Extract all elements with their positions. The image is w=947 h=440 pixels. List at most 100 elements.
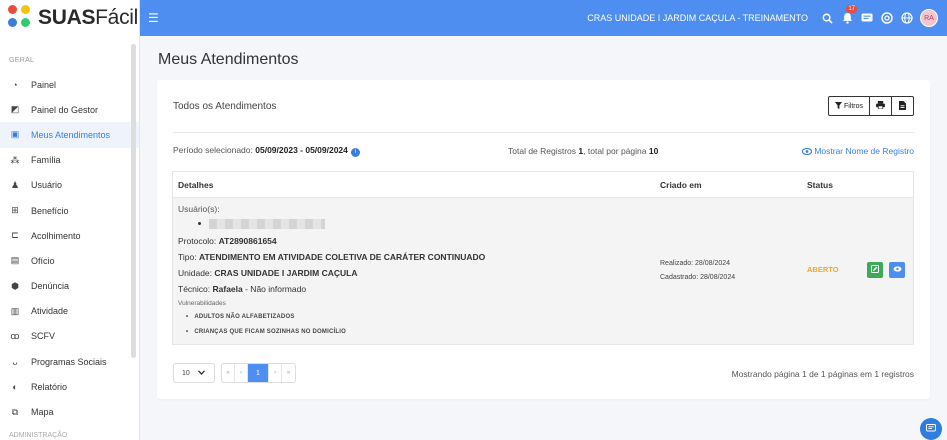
period-info: Período selecionado: 05/09/2023 - 05/09/…: [173, 145, 360, 157]
sidebar-item-label: Mapa: [31, 407, 54, 418]
menu-toggle-icon[interactable]: ☰: [148, 11, 162, 25]
current-page-button[interactable]: 1: [248, 364, 269, 382]
sidebar-item-meus-atendimentos[interactable]: ▣ Meus Atendimentos: [0, 122, 139, 148]
attendances-card: Todos os Atendimentos Filtros Período se…: [157, 80, 930, 399]
users-label: Usuário(s):: [178, 204, 220, 214]
sidebar-item-programas-sociais[interactable]: ᴗ Programas Sociais: [0, 349, 139, 374]
logo-icon: [8, 5, 34, 31]
period-value: 05/09/2023 - 05/09/2024: [255, 145, 348, 156]
document-icon: ▤: [10, 255, 20, 266]
eye-icon: [801, 146, 814, 156]
eye-icon: [893, 266, 902, 274]
calendar-icon: ▥: [10, 305, 20, 316]
brand-logo[interactable]: SUASFácil: [0, 0, 139, 36]
sidebar-item-label: Denúncia: [31, 281, 70, 292]
first-page-button[interactable]: «: [222, 364, 235, 382]
attendance-type: Tipo: ATENDIMENTO EM ATIVIDADE COLETIVA …: [178, 252, 486, 262]
sidebar-item-acolhimento[interactable]: ⊏ Acolhimento: [0, 223, 139, 248]
hands-icon: ᴗ: [12, 356, 18, 367]
brand-name: SUASFácil: [38, 6, 138, 29]
sidebar-item-label: Relatório: [31, 381, 68, 392]
pagination-info: Mostrando página 1 de 1 páginas em 1 reg…: [731, 369, 914, 379]
chevron-down-icon: [197, 369, 205, 377]
chat-icon[interactable]: [860, 11, 874, 25]
vulnerability-item: ADULTOS NÃO ALFABETIZADOS: [173, 314, 295, 320]
vulnerabilities-label: Vulnerabilidades: [178, 300, 226, 307]
sidebar-item-beneficio[interactable]: ⊞ Benefício: [0, 198, 139, 223]
registered-date: Cadastrado: 28/08/2024: [660, 274, 736, 281]
column-header-details[interactable]: Detalhes: [178, 180, 213, 190]
sidebar-item-familia[interactable]: ⁂ Família: [0, 148, 139, 173]
topbar: ☰ CRAS UNIDADE I JARDIM CAÇULA - TREINAM…: [140, 0, 947, 36]
sidebar-item-oficio[interactable]: ▤ Ofício: [0, 248, 139, 273]
sidebar-item-painel[interactable]: ◔ Painel: [0, 72, 139, 97]
table-row[interactable]: Usuário(s): Protocolo: AT2890861654 Tipo…: [173, 198, 913, 344]
filters-label: Filtros: [843, 102, 863, 110]
user-entry: [173, 218, 325, 229]
page-size-select[interactable]: 10: [173, 363, 215, 383]
globe-icon[interactable]: [900, 11, 914, 25]
export-button[interactable]: [892, 96, 914, 116]
column-header-status[interactable]: Status: [807, 180, 833, 190]
total-records: Total de Registros 1, total por página 1…: [508, 146, 659, 156]
protocol: Protocolo: AT2890861654: [178, 236, 277, 246]
edit-button[interactable]: [867, 262, 883, 278]
realized-date: Realizado: 28/08/2024: [660, 260, 731, 267]
sidebar-scrollbar[interactable]: [131, 44, 136, 358]
card-title: Todos os Atendimentos: [173, 100, 277, 112]
chat-button[interactable]: [920, 418, 942, 440]
sidebar-item-label: Ofício: [31, 255, 55, 266]
view-button[interactable]: [889, 262, 905, 278]
sidebar-section-label: GERAL: [9, 57, 35, 64]
print-button[interactable]: [870, 96, 892, 116]
page-title: Meus Atendimentos: [158, 51, 299, 68]
sidebar-item-label: SCFV: [31, 331, 56, 342]
print-icon: [876, 101, 885, 111]
sidebar-item-label: Acolhimento: [31, 230, 81, 241]
search-icon[interactable]: [820, 11, 834, 25]
message-icon: [926, 423, 936, 435]
shield-icon: ⬢: [11, 280, 19, 291]
sidebar-item-atividade[interactable]: ▥ Atividade: [0, 299, 139, 324]
sidebar-item-label: Família: [31, 155, 61, 166]
unit-title[interactable]: CRAS UNIDADE I JARDIM CAÇULA - TREINAMEN…: [587, 13, 808, 23]
last-page-button[interactable]: »: [282, 364, 295, 382]
avatar[interactable]: RA: [920, 9, 938, 27]
vulnerability-item: CRIANÇAS QUE FICAM SOZINHAS NO DOMICÍLIO: [173, 329, 346, 335]
table-header: Detalhes Criado em Status: [173, 172, 913, 198]
sidebar-item-denuncia[interactable]: ⬢ Denúncia: [0, 274, 139, 299]
status-badge: ABERTO: [807, 265, 839, 274]
sidebar-item-label: Usuário: [31, 180, 63, 191]
pagination: 10 « ‹ 1 › »: [173, 363, 296, 383]
bed-icon: ⊏: [11, 230, 19, 241]
info-icon[interactable]: i: [350, 147, 360, 157]
attendance-unit: Unidade: CRAS UNIDADE I JARDIM CAÇULA: [178, 268, 358, 278]
toolbar: Filtros: [827, 96, 914, 116]
sidebar-item-painel-gestor[interactable]: ◩ Painel do Gestor: [0, 97, 139, 122]
network-icon: ꝏ: [10, 330, 20, 341]
filters-button[interactable]: Filtros: [827, 96, 870, 116]
notification-count: 17: [846, 5, 857, 13]
filter-icon: [834, 101, 842, 111]
user-icon: ♟: [10, 179, 20, 190]
id-card-icon: ▣: [10, 129, 20, 140]
sidebar-item-mapa[interactable]: ⧉ Mapa: [0, 399, 139, 424]
help-icon[interactable]: [880, 11, 894, 25]
sidebar-item-label: Painel do Gestor: [31, 104, 99, 115]
sidebar-item-label: Meus Atendimentos: [31, 129, 111, 140]
prev-page-button[interactable]: ‹: [235, 364, 248, 382]
next-page-button[interactable]: ›: [269, 364, 282, 382]
sidebar: SUASFácil GERAL ◔ Painel ◩ Painel do Gesto…: [0, 0, 140, 440]
sidebar-item-scfv[interactable]: ꝏ SCFV: [0, 324, 139, 349]
sidebar-item-label: Programas Sociais: [31, 356, 107, 367]
map-icon: ⧉: [11, 406, 19, 417]
dashboard-icon: ◔: [12, 79, 18, 90]
bell-icon[interactable]: 17: [840, 5, 857, 25]
chart-icon: ◩: [10, 104, 20, 115]
sidebar-item-relatorio[interactable]: ◐ Relatório: [0, 374, 139, 399]
users-icon: ⁂: [10, 154, 20, 165]
pie-chart-icon: ◐: [12, 381, 18, 392]
sidebar-item-usuario[interactable]: ♟ Usuário: [0, 173, 139, 198]
show-name-link[interactable]: Mostrar Nome de Registro: [801, 146, 914, 156]
column-header-created[interactable]: Criado em: [660, 180, 702, 190]
